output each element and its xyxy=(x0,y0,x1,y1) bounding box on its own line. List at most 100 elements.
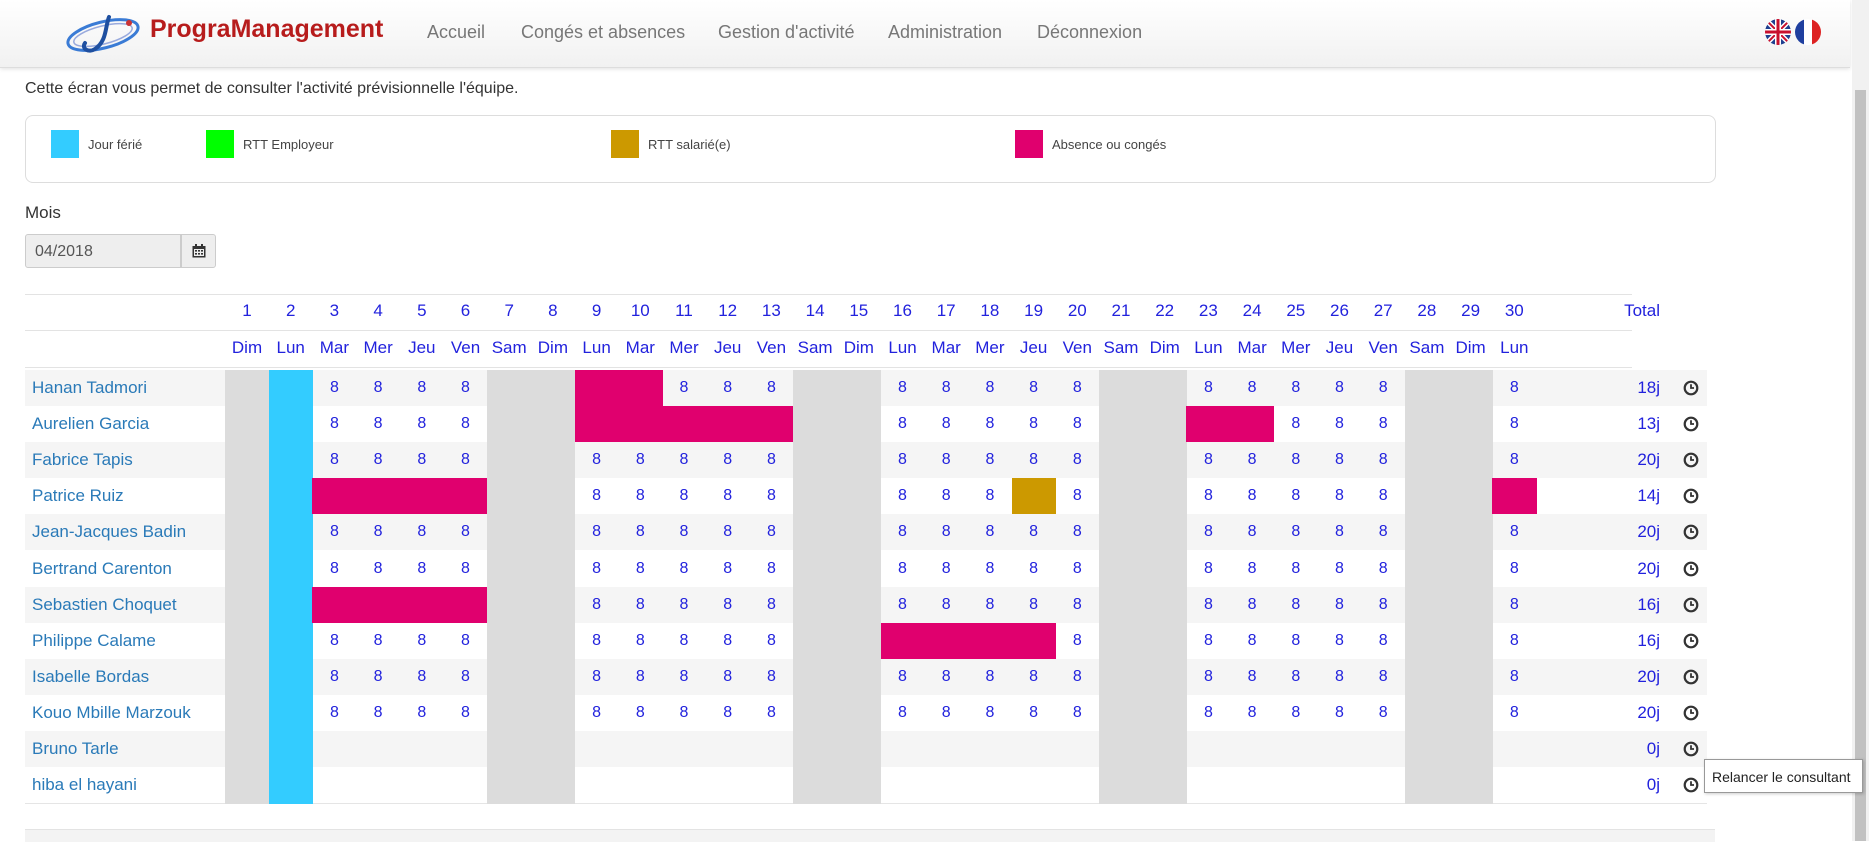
day-value[interactable]: 8 xyxy=(924,406,968,442)
day-value[interactable]: 8 xyxy=(1186,623,1230,659)
day-value[interactable]: 8 xyxy=(1055,514,1099,550)
company-logo[interactable] xyxy=(65,11,143,57)
day-value[interactable]: 8 xyxy=(881,587,925,623)
day-value[interactable]: 8 xyxy=(1186,514,1230,550)
day-value[interactable]: 8 xyxy=(1274,370,1318,406)
day-value[interactable]: 8 xyxy=(1318,551,1362,587)
day-value[interactable]: 8 xyxy=(444,695,488,731)
day-value[interactable]: 8 xyxy=(706,551,750,587)
employee-name[interactable]: Fabrice Tapis xyxy=(32,442,133,478)
day-value[interactable]: 8 xyxy=(444,623,488,659)
day-value[interactable]: 8 xyxy=(1012,370,1056,406)
calendar-button[interactable] xyxy=(181,234,216,268)
day-value[interactable]: 8 xyxy=(1055,587,1099,623)
day-value[interactable]: 8 xyxy=(662,514,706,550)
day-value[interactable]: 8 xyxy=(312,442,356,478)
day-value[interactable]: 8 xyxy=(662,551,706,587)
day-value[interactable]: 8 xyxy=(1012,659,1056,695)
month-input[interactable]: 04/2018 xyxy=(25,234,181,268)
day-value[interactable]: 8 xyxy=(1492,659,1536,695)
day-value[interactable]: 8 xyxy=(662,695,706,731)
day-value[interactable]: 8 xyxy=(706,587,750,623)
clock-icon[interactable] xyxy=(1683,488,1699,504)
day-value[interactable]: 8 xyxy=(706,514,750,550)
day-value[interactable]: 8 xyxy=(662,587,706,623)
day-value[interactable]: 8 xyxy=(618,695,662,731)
nav-deconnexion[interactable]: Déconnexion xyxy=(1037,22,1142,43)
day-value[interactable]: 8 xyxy=(924,370,968,406)
day-value[interactable]: 8 xyxy=(1361,406,1405,442)
day-value[interactable]: 8 xyxy=(356,551,400,587)
day-value[interactable]: 8 xyxy=(444,406,488,442)
day-value[interactable]: 8 xyxy=(575,695,619,731)
day-value[interactable]: 8 xyxy=(1274,406,1318,442)
employee-name[interactable]: Sebastien Choquet xyxy=(32,587,177,623)
day-value[interactable]: 8 xyxy=(575,587,619,623)
clock-icon[interactable] xyxy=(1683,741,1699,757)
clock-icon[interactable] xyxy=(1683,597,1699,613)
day-value[interactable]: 8 xyxy=(749,623,793,659)
day-value[interactable]: 8 xyxy=(1055,551,1099,587)
day-value[interactable]: 8 xyxy=(924,587,968,623)
day-value[interactable]: 8 xyxy=(1230,478,1274,514)
nav-administration[interactable]: Administration xyxy=(888,22,1002,43)
day-value[interactable]: 8 xyxy=(1230,442,1274,478)
day-value[interactable]: 8 xyxy=(444,551,488,587)
day-value[interactable]: 8 xyxy=(1492,695,1536,731)
day-value[interactable]: 8 xyxy=(1361,551,1405,587)
employee-name[interactable]: Patrice Ruiz xyxy=(32,478,124,514)
clock-icon[interactable] xyxy=(1683,777,1699,793)
day-value[interactable]: 8 xyxy=(968,695,1012,731)
day-value[interactable]: 8 xyxy=(1230,514,1274,550)
day-value[interactable]: 8 xyxy=(1186,587,1230,623)
day-value[interactable]: 8 xyxy=(749,659,793,695)
employee-name[interactable]: Jean-Jacques Badin xyxy=(32,514,186,550)
clock-icon[interactable] xyxy=(1683,669,1699,685)
day-value[interactable]: 8 xyxy=(312,659,356,695)
day-value[interactable]: 8 xyxy=(924,514,968,550)
day-value[interactable]: 8 xyxy=(1012,587,1056,623)
clock-icon[interactable] xyxy=(1683,633,1699,649)
nav-gestion-activite[interactable]: Gestion d'activité xyxy=(718,22,855,43)
day-value[interactable]: 8 xyxy=(1186,370,1230,406)
day-value[interactable]: 8 xyxy=(312,695,356,731)
day-value[interactable]: 8 xyxy=(662,370,706,406)
day-value[interactable]: 8 xyxy=(312,514,356,550)
day-value[interactable]: 8 xyxy=(1012,551,1056,587)
day-value[interactable]: 8 xyxy=(924,442,968,478)
day-value[interactable]: 8 xyxy=(881,370,925,406)
day-value[interactable]: 8 xyxy=(575,442,619,478)
day-value[interactable]: 8 xyxy=(924,478,968,514)
day-value[interactable]: 8 xyxy=(618,659,662,695)
day-value[interactable]: 8 xyxy=(881,514,925,550)
day-value[interactable]: 8 xyxy=(1230,587,1274,623)
day-value[interactable]: 8 xyxy=(968,442,1012,478)
day-value[interactable]: 8 xyxy=(356,370,400,406)
employee-name[interactable]: Hanan Tadmori xyxy=(32,370,147,406)
day-value[interactable]: 8 xyxy=(1055,659,1099,695)
employee-name[interactable]: hiba el hayani xyxy=(32,767,137,803)
clock-icon[interactable] xyxy=(1683,452,1699,468)
day-value[interactable]: 8 xyxy=(1012,442,1056,478)
employee-name[interactable]: Philippe Calame xyxy=(32,623,156,659)
day-value[interactable]: 8 xyxy=(312,370,356,406)
day-value[interactable]: 8 xyxy=(1318,695,1362,731)
nav-conges-absences[interactable]: Congés et absences xyxy=(521,22,685,43)
day-value[interactable]: 8 xyxy=(1318,514,1362,550)
day-value[interactable]: 8 xyxy=(1230,623,1274,659)
day-value[interactable]: 8 xyxy=(968,514,1012,550)
day-value[interactable]: 8 xyxy=(1274,623,1318,659)
day-value[interactable]: 8 xyxy=(618,623,662,659)
employee-name[interactable]: Bruno Tarle xyxy=(32,731,119,767)
day-value[interactable]: 8 xyxy=(444,370,488,406)
scrollbar-thumb[interactable] xyxy=(1855,90,1866,841)
day-value[interactable]: 8 xyxy=(1318,370,1362,406)
day-value[interactable]: 8 xyxy=(1012,514,1056,550)
day-value[interactable]: 8 xyxy=(1012,695,1056,731)
day-value[interactable]: 8 xyxy=(662,623,706,659)
day-value[interactable]: 8 xyxy=(749,442,793,478)
employee-name[interactable]: Aurelien Garcia xyxy=(32,406,149,442)
day-value[interactable]: 8 xyxy=(356,442,400,478)
day-value[interactable]: 8 xyxy=(312,623,356,659)
day-value[interactable]: 8 xyxy=(618,587,662,623)
